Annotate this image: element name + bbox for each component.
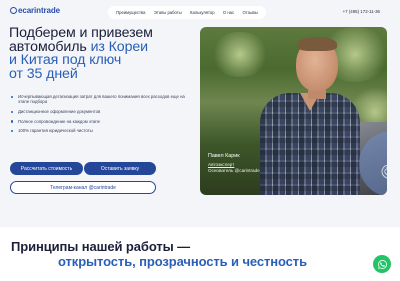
features-list: Исчерпывающая детализация затрат для ваш… xyxy=(10,94,195,138)
logo-icon xyxy=(10,7,17,14)
nav-item-about[interactable]: О нас xyxy=(223,10,234,15)
founder-name: Павел Карик xyxy=(208,153,240,159)
headline-accent-days: от 35 дней xyxy=(9,65,78,82)
founder-photo: @ca Павел Карик Автоэксперт Основатель @… xyxy=(200,27,387,195)
principles-line-2: открытость, прозрачность и честность xyxy=(58,253,307,269)
main-nav: Преимущества Этапы работы Калькулятор О … xyxy=(108,6,266,19)
feature-item: 100% гарантия юридической чистоты xyxy=(10,128,195,133)
feature-item: Исчерпывающая детализация затрат для ваш… xyxy=(10,94,195,105)
feature-item: Дистанционное оформление документов xyxy=(10,109,195,114)
telegram-channel-button[interactable]: Телеграм-канал @carintrade xyxy=(10,181,156,194)
logo[interactable]: ecarintrade xyxy=(10,6,60,15)
founder-position: Основатель @carintrade xyxy=(208,168,260,173)
logo-text: ecarintrade xyxy=(18,6,61,15)
principles-line-1: Принципы нашей работы — xyxy=(11,239,191,254)
founder-title: Автоэксперт xyxy=(208,162,235,167)
founder-role: Автоэксперт Основатель @carintrade xyxy=(208,162,260,174)
calculate-cost-button[interactable]: Рассчитать стоимость xyxy=(10,162,83,175)
whatsapp-button[interactable] xyxy=(373,255,391,273)
nav-item-calculator[interactable]: Калькулятор xyxy=(190,10,215,15)
nav-item-advantages[interactable]: Преимущества xyxy=(116,10,145,15)
hero-section: ecarintrade Преимущества Этапы работы Ка… xyxy=(0,0,400,227)
feature-item: Полное сопровождение на каждом этапе xyxy=(10,119,195,124)
site-header: ecarintrade Преимущества Этапы работы Ка… xyxy=(0,0,400,24)
photo-caption: Павел Карик Автоэксперт Основатель @cari… xyxy=(208,153,260,174)
leave-request-button[interactable]: Оставить заявку xyxy=(84,162,156,175)
hero-headline: Подберем и привезем автомобиль из Кореи … xyxy=(9,26,199,82)
phone-number[interactable]: +7 (495) 172-11-36 xyxy=(343,9,380,14)
nav-item-stages[interactable]: Этапы работы xyxy=(154,10,182,15)
badge-text: @ca xyxy=(376,146,387,182)
principles-heading: Принципы нашей работы — открытость, проз… xyxy=(11,239,307,269)
whatsapp-icon xyxy=(377,259,387,269)
nav-item-reviews[interactable]: Отзывы xyxy=(242,10,257,15)
